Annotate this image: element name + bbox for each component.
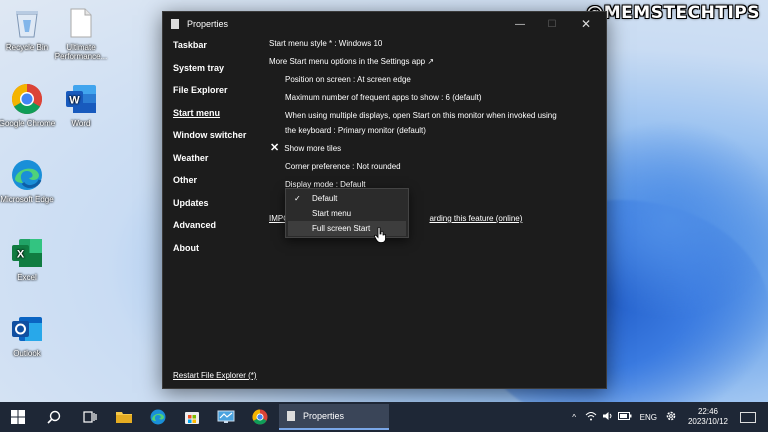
checkmark-icon: ✓ <box>294 194 301 203</box>
svg-text:W: W <box>69 95 80 107</box>
taskbar-store[interactable] <box>178 402 206 432</box>
show-more-tiles-label: Show more tiles <box>284 144 342 153</box>
sidebar-item-file-explorer[interactable]: File Explorer <box>173 83 263 106</box>
clock[interactable]: 22:46 2023/10/12 <box>688 407 728 427</box>
sidebar-item-about[interactable]: About <box>173 241 263 264</box>
display-mode-dropdown: ✓ Default Start menu Full screen Start <box>285 188 409 238</box>
sidebar-item-system-tray[interactable]: System tray <box>173 61 263 84</box>
task-view-icon <box>83 411 97 423</box>
dropdown-item-label: Default <box>312 194 338 203</box>
taskbar: Properties ^ ENG 22:46 2023/10/12 <box>0 402 768 432</box>
system-tray: ^ ENG 22:46 2023/10/12 <box>566 402 768 432</box>
task-view-button[interactable] <box>76 402 104 432</box>
app-icon <box>171 19 179 29</box>
max-frequent-apps-option[interactable]: Maximum number of frequent apps to show … <box>269 92 592 103</box>
sidebar-item-other[interactable]: Other <box>173 173 263 196</box>
dropdown-item-full-screen-start[interactable]: Full screen Start <box>288 221 406 236</box>
search-icon <box>47 410 61 424</box>
dropdown-item-label: Start menu <box>312 209 352 218</box>
windows-logo-icon <box>11 410 25 424</box>
dropdown-item-start-menu[interactable]: Start menu <box>288 206 406 221</box>
desktop-icon-excel[interactable]: X Excel <box>0 236 58 282</box>
important-link-end: arding this feature (online) <box>429 214 523 223</box>
x-icon: ✕ <box>270 142 280 154</box>
restart-file-explorer-link[interactable]: Restart File Explorer (*) <box>173 371 257 380</box>
clock-date: 2023/10/12 <box>687 417 728 426</box>
network-icon[interactable] <box>583 411 600 423</box>
desktop-icon-label: Excel <box>17 273 37 282</box>
recycle-bin-icon <box>10 6 44 40</box>
show-hidden-icons-chevron[interactable]: ^ <box>566 413 583 422</box>
battery-icon[interactable] <box>617 412 634 422</box>
sidebar-item-window-switcher[interactable]: Window switcher <box>173 128 263 151</box>
desktop-icon-outlook[interactable]: Outlook <box>0 312 58 358</box>
settings-sidebar: Taskbar System tray File Explorer Start … <box>173 38 263 263</box>
language-indicator[interactable]: ENG <box>640 413 657 422</box>
store-icon <box>185 412 199 424</box>
desktop-icon-microsoft-edge[interactable]: Microsoft Edge <box>0 158 58 204</box>
taskbar-file-explorer[interactable] <box>110 402 138 432</box>
more-options-link[interactable]: More Start menu options in the Settings … <box>269 56 592 67</box>
desktop-icon-word[interactable]: W Word <box>50 82 112 128</box>
document-icon <box>64 6 98 40</box>
speaker-icon[interactable] <box>600 411 617 423</box>
multi-display-line-1: When using multiple displays, open Start… <box>285 111 557 120</box>
monitor-icon <box>217 410 235 423</box>
window-title: Properties <box>187 19 229 29</box>
word-icon: W <box>64 82 98 116</box>
notification-icon[interactable] <box>740 411 756 423</box>
dropdown-item-default[interactable]: ✓ Default <box>288 191 406 206</box>
dropdown-item-label: Full screen Start <box>312 224 371 233</box>
chrome-icon <box>10 82 44 116</box>
search-button[interactable] <box>40 402 68 432</box>
taskbar-edge[interactable] <box>144 402 172 432</box>
taskbar-chrome[interactable] <box>246 402 274 432</box>
start-menu-settings: Start menu style * : Windows 10 More Sta… <box>269 38 592 197</box>
hand-cursor-icon <box>374 227 386 243</box>
desktop-icon-label: Outlook <box>13 349 41 358</box>
sidebar-item-start-menu[interactable]: Start menu <box>173 106 263 129</box>
folder-icon <box>116 412 132 423</box>
sidebar-item-advanced[interactable]: Advanced <box>173 218 263 241</box>
gear-icon[interactable] <box>663 410 680 424</box>
sidebar-item-taskbar[interactable]: Taskbar <box>173 38 263 61</box>
chrome-icon <box>252 409 268 425</box>
clock-time: 22:46 <box>697 407 718 416</box>
start-button[interactable] <box>4 402 32 432</box>
close-button[interactable]: ✕ <box>570 12 602 36</box>
excel-icon: X <box>10 236 44 270</box>
multi-display-option[interactable]: When using multiple displays, open Start… <box>269 110 592 136</box>
app-icon <box>287 411 295 421</box>
minimize-button[interactable]: — <box>504 12 536 36</box>
svg-text:X: X <box>17 249 25 261</box>
sidebar-item-weather[interactable]: Weather <box>173 151 263 174</box>
desktop-icon-label: Ultimate Performance... <box>54 43 108 61</box>
watermark: @MEMSTECHTIPS <box>586 3 760 23</box>
show-more-tiles-toggle[interactable]: ✕ Show more tiles <box>269 143 592 154</box>
start-menu-style-option[interactable]: Start menu style * : Windows 10 <box>269 38 592 49</box>
taskbar-app-label: Properties <box>303 411 345 421</box>
multi-display-line-2: the keyboard : Primary monitor (default) <box>285 126 426 135</box>
corner-preference-option[interactable]: Corner preference : Not rounded <box>269 161 592 172</box>
maximize-button[interactable]: ☐ <box>536 12 568 36</box>
taskbar-control-panel[interactable] <box>212 402 240 432</box>
desktop-icon-label: Word <box>71 119 91 128</box>
desktop-icon-label: Microsoft Edge <box>0 195 54 204</box>
edge-icon <box>150 409 166 425</box>
title-bar[interactable]: Properties — ☐ ✕ <box>163 12 606 36</box>
sidebar-item-updates[interactable]: Updates <box>173 196 263 219</box>
taskbar-properties-app[interactable]: Properties <box>279 404 389 430</box>
position-on-screen-option[interactable]: Position on screen : At screen edge <box>269 74 592 85</box>
outlook-icon <box>10 312 44 346</box>
desktop-icon-ultimate-performance[interactable]: Ultimate Performance... <box>50 6 112 61</box>
edge-icon <box>10 158 44 192</box>
